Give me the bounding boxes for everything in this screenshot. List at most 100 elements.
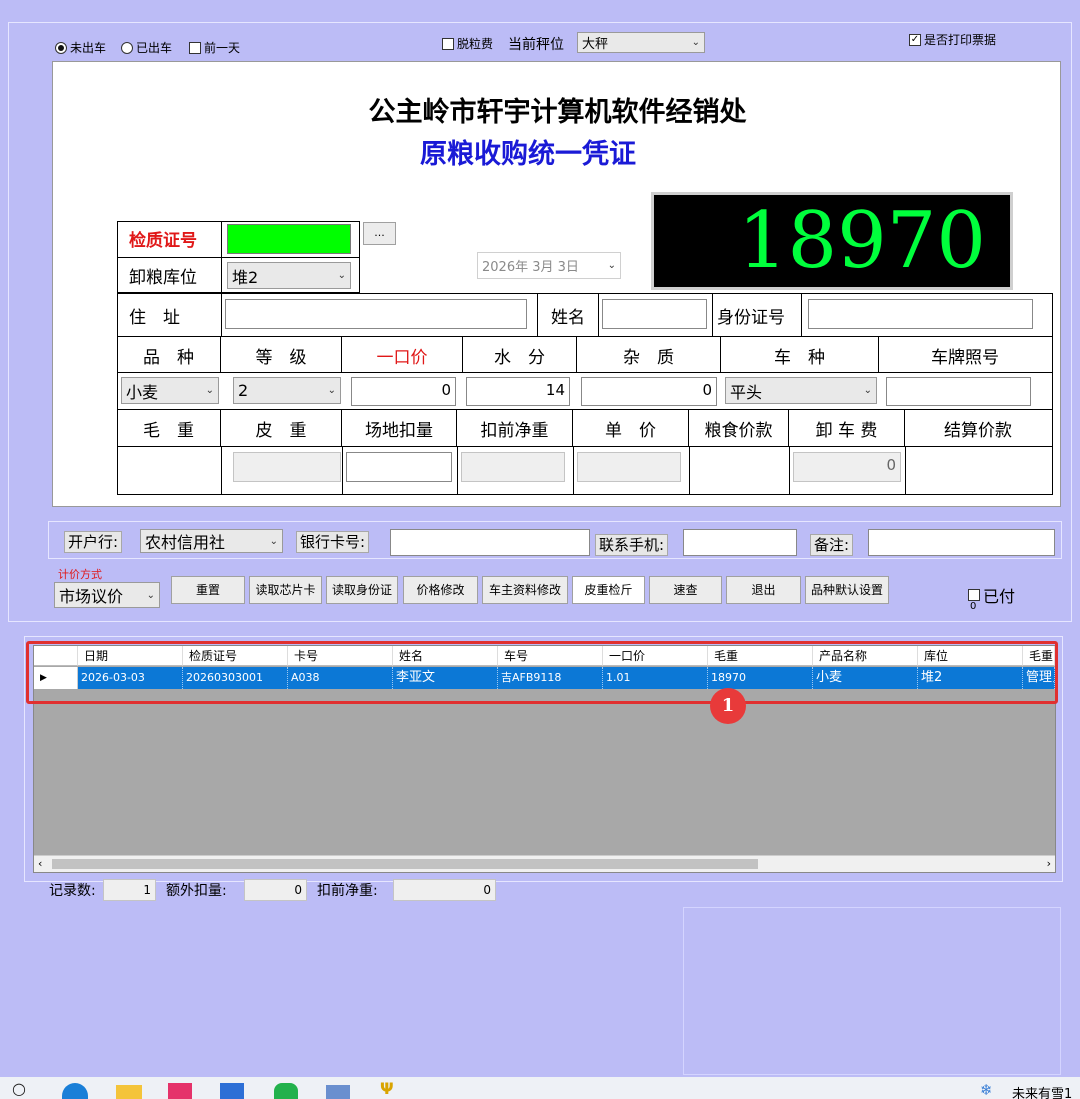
one-price-input[interactable]: 0 (351, 377, 456, 406)
checkbox-prev-day[interactable]: 前一天 (189, 39, 240, 56)
header-settlement: 结算价款 (944, 420, 1012, 441)
weight-display: 18970 (651, 192, 1013, 290)
note-input[interactable] (868, 529, 1055, 556)
read-chip-card-button[interactable]: 读取芯片卡 (249, 576, 322, 604)
chevron-down-icon: ⌄ (691, 37, 700, 48)
app-logo-icon[interactable]: Ψ (380, 1079, 394, 1098)
bank-select[interactable]: 农村信用社 ⌄ (140, 529, 283, 553)
media-app-icon[interactable] (168, 1083, 192, 1099)
name-input[interactable] (602, 299, 707, 329)
address-label: 住 址 (129, 308, 180, 328)
checkbox-box (189, 41, 201, 54)
net-label: 扣前净重: (317, 883, 378, 899)
warehouse-select[interactable]: 堆2 ⌄ (227, 262, 351, 289)
taskbar: ○ Ψ ❄ 未来有雪1 (0, 1077, 1080, 1099)
card-input[interactable] (390, 529, 590, 556)
extra-deduct-value: 0 (244, 879, 307, 901)
header-unit-price: 单 价 (573, 410, 689, 446)
divider (598, 293, 599, 336)
header-variety: 品 种 (117, 337, 221, 373)
header-plate: 车牌照号 (931, 347, 999, 368)
divider (117, 257, 360, 258)
header-net-before: 扣前净重 (457, 410, 573, 446)
scale-select[interactable]: 大秤 ⌄ (577, 32, 705, 53)
reset-button[interactable]: 重置 (171, 576, 245, 604)
divider (457, 446, 458, 494)
tare-weigh-button[interactable]: 皮重检斤 (572, 576, 645, 604)
chevron-down-icon: ⌄ (269, 535, 278, 547)
card-label: 银行卡号: (296, 531, 370, 553)
net-value: 0 (393, 879, 496, 901)
pricing-method-label: 计价方式 (58, 568, 102, 581)
price-edit-button[interactable]: 价格修改 (403, 576, 478, 604)
records-label: 记录数: (49, 883, 96, 899)
checkbox-deduct-fee[interactable]: 脱粒费 (442, 35, 493, 52)
header-unload-fee: 卸 车 费 (789, 410, 905, 446)
checkbox-print-receipt[interactable]: ✓ 是否打印票据 (909, 31, 996, 48)
id-input[interactable] (808, 299, 1033, 329)
vehicle-type-select[interactable]: 平头 ⌄ (725, 377, 877, 404)
folder-icon[interactable] (116, 1085, 142, 1099)
remote-desktop-icon[interactable] (326, 1085, 350, 1099)
site-deduct-input[interactable] (346, 452, 452, 482)
divider (905, 446, 906, 494)
grade-select[interactable]: 2 ⌄ (233, 377, 341, 404)
horizontal-scrollbar[interactable]: ‹ › (34, 855, 1055, 872)
phone-input[interactable] (683, 529, 797, 556)
scrollbar-thumb[interactable] (52, 859, 758, 869)
variety-default-button[interactable]: 品种默认设置 (805, 576, 889, 604)
store-icon[interactable] (220, 1083, 244, 1099)
divider (689, 446, 690, 494)
header-gross: 毛 重 (117, 410, 221, 446)
unit-price-input[interactable] (577, 452, 681, 482)
wechat-icon[interactable] (274, 1083, 298, 1099)
chevron-down-icon: ⌄ (327, 385, 336, 396)
date-picker[interactable]: 2026年 3月 3日 ⌄ (477, 252, 621, 279)
header-vehicle-type: 车 种 (721, 337, 879, 373)
divider (712, 293, 713, 336)
impurity-input[interactable]: 0 (581, 377, 717, 406)
quick-search-button[interactable]: 速查 (649, 576, 722, 604)
divider (221, 293, 222, 336)
radio-out[interactable]: 已出车 (121, 39, 172, 56)
header-grain-payment: 粮食价款 (689, 410, 789, 446)
scroll-right-icon[interactable]: › (1047, 857, 1051, 870)
records-value: 1 (103, 879, 156, 901)
search-icon[interactable]: ○ (12, 1079, 26, 1098)
company-title: 公主岭市轩宇计算机软件经销处 (368, 97, 747, 128)
snow-weather-icon: ❄ (980, 1081, 993, 1099)
address-input[interactable] (225, 299, 527, 329)
chevron-down-icon: ⌄ (607, 260, 616, 271)
chevron-down-icon: ⌄ (205, 385, 214, 396)
divider (221, 446, 222, 494)
divider (117, 446, 1053, 447)
scroll-left-icon[interactable]: ‹ (38, 857, 42, 870)
net-before-input[interactable] (461, 452, 565, 482)
voucher-title: 原粮收购统一凭证 (420, 139, 636, 170)
variety-select[interactable]: 小麦 ⌄ (121, 377, 219, 404)
checkbox-box: ✓ (909, 33, 921, 46)
checkbox-box (442, 37, 454, 50)
divider (789, 446, 790, 494)
owner-info-edit-button[interactable]: 车主资料修改 (482, 576, 568, 604)
header-impurity: 杂 质 (577, 337, 721, 373)
radio-indicator (121, 41, 133, 54)
radio-not-out[interactable]: 未出车 (55, 39, 106, 56)
moisture-input[interactable]: 14 (466, 377, 570, 406)
read-id-card-button[interactable]: 读取身份证 (326, 576, 398, 604)
edge-browser-icon[interactable] (62, 1083, 88, 1099)
unload-fee-input[interactable]: 0 (793, 452, 901, 482)
pricing-method-select[interactable]: 市场议价 ⌄ (54, 582, 160, 608)
inspection-no-label: 检质证号 (129, 231, 197, 251)
divider (221, 221, 222, 293)
inspection-no-field[interactable] (227, 224, 351, 254)
step-badge: 1 (710, 688, 746, 724)
more-button[interactable]: ... (363, 222, 396, 245)
name-label: 姓名 (551, 308, 585, 328)
plate-input[interactable] (886, 377, 1031, 406)
exit-button[interactable]: 退出 (726, 576, 801, 604)
radio-indicator (55, 41, 67, 54)
warehouse-label: 卸粮库位 (129, 268, 197, 288)
divider (537, 293, 538, 336)
tare-input[interactable] (233, 452, 341, 482)
